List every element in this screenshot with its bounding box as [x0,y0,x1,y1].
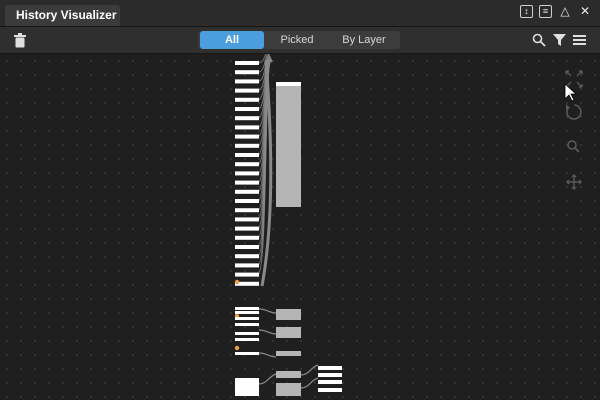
filter-segmented-control: All Picked By Layer [198,31,400,49]
panel-tab-title[interactable]: History Visualizer [5,5,120,26]
tab-picked[interactable]: Picked [264,31,330,49]
toolbar-right-actions [532,33,586,47]
window-controls: ↕ ≡ △ ✕ [520,4,592,18]
zoom-icon[interactable] [563,136,585,158]
maximize-icon[interactable]: △ [558,4,572,18]
history-node [235,70,259,75]
highlight-dot [234,279,240,285]
group-node [276,383,301,396]
history-node [235,134,259,139]
reset-icon[interactable] [563,101,585,123]
connector-line [258,329,277,335]
merged-node-header [276,82,301,86]
history-node [318,373,342,377]
highlight-dot [234,345,240,351]
history-node [235,226,259,231]
history-node [235,171,259,176]
history-node [235,153,259,157]
connector-line [300,377,319,389]
history-node [235,189,259,194]
history-node [235,338,259,341]
history-node [235,162,259,167]
connector-line [300,364,319,376]
history-node-large [235,378,259,396]
history-node [235,107,259,111]
merged-node [276,82,301,207]
history-node [235,88,259,93]
history-node [235,61,259,65]
history-node [235,332,259,335]
history-node [235,245,259,249]
menu-icon[interactable] [573,34,586,46]
tab-by-layer[interactable]: By Layer [330,31,398,49]
history-node [235,311,259,314]
history-node [235,235,259,240]
title-bar: History Visualizer ↕ ≡ △ ✕ [0,0,600,27]
history-node [235,254,259,259]
connector-line [258,308,277,314]
history-node [318,388,342,392]
history-node [235,199,259,203]
filter-icon[interactable] [553,33,566,47]
history-node [235,352,259,355]
history-node [235,125,259,130]
tab-all[interactable]: All [200,31,264,49]
history-node [235,143,259,148]
connector-line [258,373,277,385]
history-graph [234,54,342,396]
history-node [235,208,259,213]
history-node [235,97,259,102]
pin-icon[interactable]: ↕ [520,4,533,18]
connector-line [258,352,277,358]
menu-icon[interactable]: ≡ [539,4,552,18]
history-node [318,380,342,384]
history-node [235,307,259,310]
history-node [235,79,259,84]
group-node [276,371,301,378]
history-node [235,323,259,326]
search-icon[interactable] [532,33,546,47]
history-node [235,116,259,121]
history-node [235,272,259,277]
pan-icon[interactable] [563,171,585,193]
history-node [235,217,259,222]
group-node [276,351,301,356]
close-icon[interactable]: ✕ [578,4,592,18]
trash-icon[interactable] [13,33,27,48]
group-node [276,309,301,320]
history-node [235,180,259,185]
graph-canvas[interactable] [0,54,600,400]
history-node [235,317,259,320]
history-node [318,366,342,370]
group-node [276,327,301,338]
history-node [235,263,259,268]
toolbar: All Picked By Layer [0,27,600,54]
